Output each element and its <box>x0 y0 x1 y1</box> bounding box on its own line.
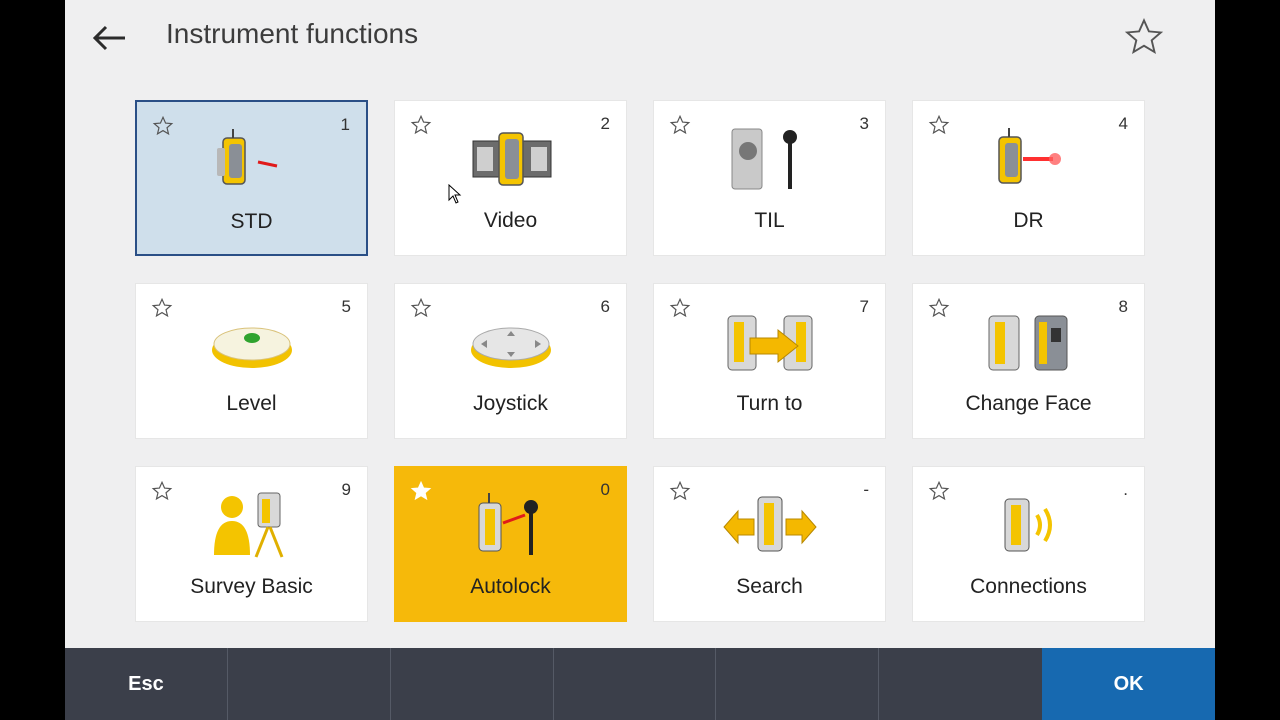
tile-video[interactable]: 2 Video <box>394 100 627 256</box>
tile-label: Survey Basic <box>190 575 313 598</box>
survey-basic-icon <box>214 492 284 558</box>
tile-level[interactable]: 5 Level <box>135 283 368 439</box>
search-prism-icon <box>723 496 817 552</box>
tile-shortcut-key: 9 <box>341 480 351 499</box>
ok-button[interactable]: OK <box>1042 648 1215 720</box>
tile-label: TIL <box>754 209 785 232</box>
softkey-bar: Esc OK <box>65 648 1215 720</box>
tile-connections[interactable]: . Connections <box>912 466 1145 622</box>
tile-shortcut-key: 1 <box>340 115 350 134</box>
tile-search[interactable]: - Search <box>653 466 886 622</box>
page-title: Instrument functions <box>166 18 419 49</box>
favorites-button[interactable] <box>1123 16 1165 58</box>
favorite-star-icon[interactable] <box>410 297 432 319</box>
connections-icon <box>1004 498 1052 552</box>
tile-label: Autolock <box>470 575 551 598</box>
tile-label: Video <box>483 209 538 232</box>
favorite-star-icon[interactable] <box>151 480 173 502</box>
tile-label: DR <box>1013 209 1044 232</box>
tile-shortcut-key: 7 <box>859 297 869 316</box>
favorite-star-icon[interactable] <box>410 114 432 136</box>
tile-turn-to[interactable]: 7 Turn to <box>653 283 886 439</box>
favorite-star-icon[interactable] <box>669 114 691 136</box>
tile-label: Connections <box>970 575 1087 598</box>
back-button[interactable] <box>87 16 133 60</box>
autolock-icon <box>478 493 538 555</box>
favorite-star-icon[interactable] <box>151 297 173 319</box>
tile-label: STD <box>230 210 273 233</box>
std-mode-icon <box>217 129 278 185</box>
favorite-star-icon[interactable] <box>152 115 174 137</box>
tile-label: Level <box>226 392 277 415</box>
arrow-left-icon <box>92 25 125 51</box>
tile-shortcut-key: 6 <box>600 297 610 316</box>
video-icon <box>472 132 552 186</box>
softkey-empty-4 <box>554 648 717 720</box>
tile-label: Search <box>736 575 803 598</box>
tile-shortcut-key: . <box>1123 480 1128 499</box>
dr-mode-icon <box>998 128 1061 184</box>
tile-dr[interactable]: 4 DR <box>912 100 1145 256</box>
tile-shortcut-key: 5 <box>341 297 351 316</box>
favorite-star-icon[interactable] <box>928 297 950 319</box>
softkey-empty-5 <box>716 648 880 720</box>
tile-shortcut-key: 2 <box>600 114 610 133</box>
instrument-functions-screen: Instrument functions 1 STD 2 Video 3 TIL… <box>65 0 1215 720</box>
tile-autolock[interactable]: 0 Autolock <box>394 466 627 622</box>
joystick-icon <box>471 327 551 368</box>
favorite-star-icon[interactable] <box>669 297 691 319</box>
esc-button[interactable]: Esc <box>65 648 228 720</box>
favorite-star-icon[interactable] <box>928 480 950 502</box>
til-icon <box>731 128 797 190</box>
tile-survey-basic[interactable]: 9 Survey Basic <box>135 466 368 622</box>
level-icon <box>212 327 292 368</box>
turn-to-icon <box>727 315 813 371</box>
tile-shortcut-key: 3 <box>859 114 869 133</box>
softkey-empty-2 <box>228 648 391 720</box>
tile-label: Turn to <box>736 392 803 415</box>
tile-std[interactable]: 1 STD <box>135 100 368 256</box>
tile-shortcut-key: 4 <box>1118 114 1128 133</box>
star-outline-icon <box>1124 18 1164 55</box>
mouse-pointer-icon <box>448 184 462 204</box>
header-bar: Instrument functions <box>65 0 1215 76</box>
tile-label: Joystick <box>473 392 548 415</box>
favorite-star-icon[interactable] <box>928 114 950 136</box>
favorite-star-icon[interactable] <box>669 480 691 502</box>
tile-shortcut-key: - <box>863 480 869 499</box>
tile-joystick[interactable]: 6 Joystick <box>394 283 627 439</box>
softkey-empty-6 <box>879 648 1042 720</box>
tile-shortcut-key: 0 <box>600 480 610 499</box>
tile-change-face[interactable]: 8 Change Face <box>912 283 1145 439</box>
function-grid: 1 STD 2 Video 3 TIL 4 DR 5 Level 6 Joyst… <box>135 100 1145 622</box>
change-face-icon <box>988 315 1068 371</box>
tile-shortcut-key: 8 <box>1118 297 1128 316</box>
softkey-empty-3 <box>391 648 554 720</box>
favorite-star-icon[interactable] <box>410 480 432 502</box>
tile-label: Change Face <box>965 392 1092 415</box>
tile-til[interactable]: 3 TIL <box>653 100 886 256</box>
